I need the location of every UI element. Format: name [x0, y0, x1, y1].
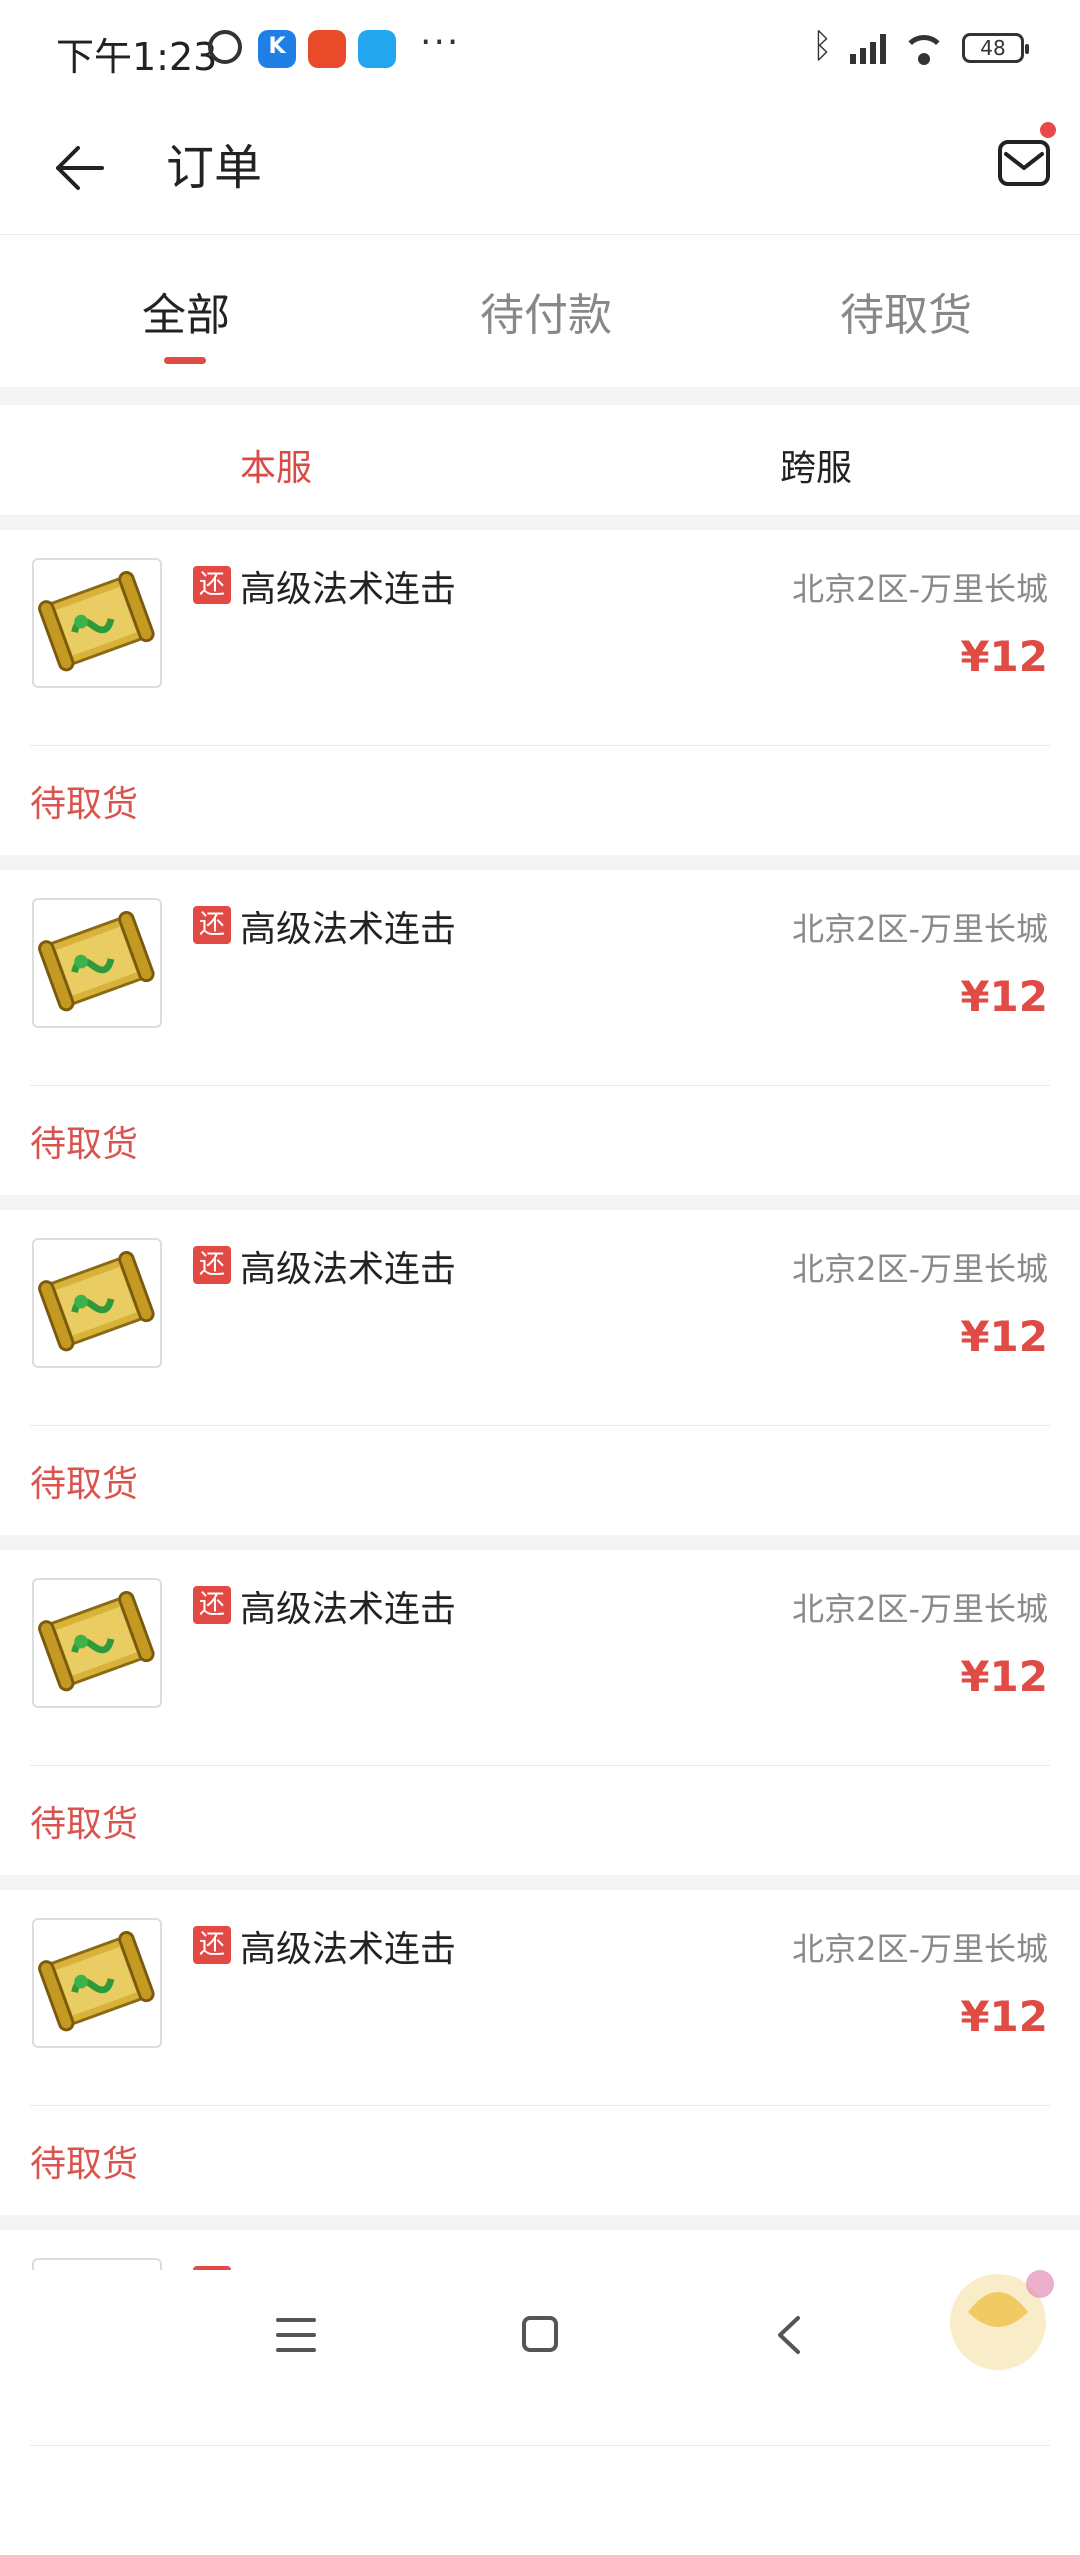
divider: [30, 2105, 1050, 2106]
order-card[interactable]: 还 高级法术连击 北京2区-万里长城 ¥12 待取货: [0, 1550, 1080, 1875]
system-nav-bar: [0, 2270, 1080, 2400]
divider: [30, 1765, 1050, 1766]
tab-pending-payment[interactable]: 待付款: [446, 279, 646, 343]
item-thumbnail-scroll-icon: [32, 1578, 162, 1708]
order-status: 待取货: [30, 1464, 139, 1505]
item-price: ¥12: [960, 1312, 1048, 1361]
nav-back-icon[interactable]: [770, 2314, 810, 2356]
order-card[interactable]: 还 高级法术连击 北京2区-万里长城 ¥12 待取货: [0, 1210, 1080, 1535]
return-badge: 还: [193, 906, 231, 944]
server-name: 北京2区-万里长城: [792, 1590, 1048, 1628]
return-badge: 还: [193, 566, 231, 604]
item-price: ¥12: [960, 632, 1048, 681]
tab-pending-pickup[interactable]: 待取货: [806, 279, 1006, 343]
tab-all[interactable]: 全部: [86, 279, 286, 343]
notification-dot: [1040, 122, 1056, 138]
status-bar: 下午1:23 ··· 48: [0, 0, 1080, 100]
subtab-cross-server[interactable]: 跨服: [716, 439, 916, 491]
return-badge: 还: [193, 1926, 231, 1964]
app-notification-icon: [358, 30, 396, 68]
order-status: 待取货: [30, 2144, 139, 2185]
order-tabs: 全部 待付款 待取货: [0, 235, 1080, 387]
wifi-icon: [902, 31, 946, 65]
item-thumbnail-scroll-icon: [32, 558, 162, 688]
order-status: 待取货: [30, 1124, 139, 1165]
nav-home-icon[interactable]: [522, 2316, 558, 2352]
bluetooth-icon: [812, 26, 834, 66]
item-title: 高级法术连击: [240, 1249, 457, 1290]
item-title: 高级法术连击: [240, 569, 457, 610]
divider: [30, 1085, 1050, 1086]
order-status: 待取货: [30, 1804, 139, 1845]
battery-icon: 48: [962, 33, 1029, 63]
app-notification-icon: [258, 30, 296, 68]
app-header: 订单: [0, 100, 1080, 235]
item-thumbnail-scroll-icon: [32, 898, 162, 1028]
back-arrow-icon[interactable]: [52, 138, 112, 198]
nav-menu-icon[interactable]: [276, 2318, 316, 2352]
alarm-icon: [208, 30, 242, 64]
return-badge: 还: [193, 1586, 231, 1624]
item-thumbnail-scroll-icon: [32, 1238, 162, 1368]
item-price: ¥12: [960, 972, 1048, 1021]
status-time: 下午1:23: [56, 35, 218, 79]
server-name: 北京2区-万里长城: [792, 570, 1048, 608]
app-notification-icon: [308, 30, 346, 68]
divider: [30, 1425, 1050, 1426]
return-badge: 还: [193, 1246, 231, 1284]
order-card[interactable]: 还 高级法术连击 北京2区-万里长城 ¥12 待取货: [0, 1890, 1080, 2215]
watermark-logo: [950, 2270, 1054, 2370]
server-name: 北京2区-万里长城: [792, 1930, 1048, 1968]
divider: [30, 2445, 1050, 2446]
order-status: 待取货: [30, 784, 139, 825]
item-title: 高级法术连击: [240, 1929, 457, 1970]
server-name: 北京2区-万里长城: [792, 910, 1048, 948]
active-tab-indicator: [164, 357, 206, 364]
divider: [30, 745, 1050, 746]
item-thumbnail-scroll-icon: [32, 1918, 162, 2048]
signal-icon: [850, 32, 886, 64]
order-card[interactable]: 还 高级法术连击 北京2区-万里长城 ¥12 待取货: [0, 870, 1080, 1195]
item-title: 高级法术连击: [240, 909, 457, 950]
server-tabs: 本服 跨服: [0, 405, 1080, 516]
item-title: 高级法术连击: [240, 1589, 457, 1630]
status-indicators: 48: [812, 26, 1029, 68]
item-price: ¥12: [960, 1652, 1048, 1701]
item-price: ¥12: [960, 1992, 1048, 2041]
page-title: 订单: [166, 140, 263, 196]
server-name: 北京2区-万里长城: [792, 1250, 1048, 1288]
subtab-local-server[interactable]: 本服: [176, 439, 376, 491]
order-card[interactable]: 还 高级法术连击 北京2区-万里长城 ¥12 待取货: [0, 530, 1080, 855]
more-notifications-icon: ···: [420, 22, 461, 63]
mail-icon[interactable]: [996, 132, 1052, 192]
